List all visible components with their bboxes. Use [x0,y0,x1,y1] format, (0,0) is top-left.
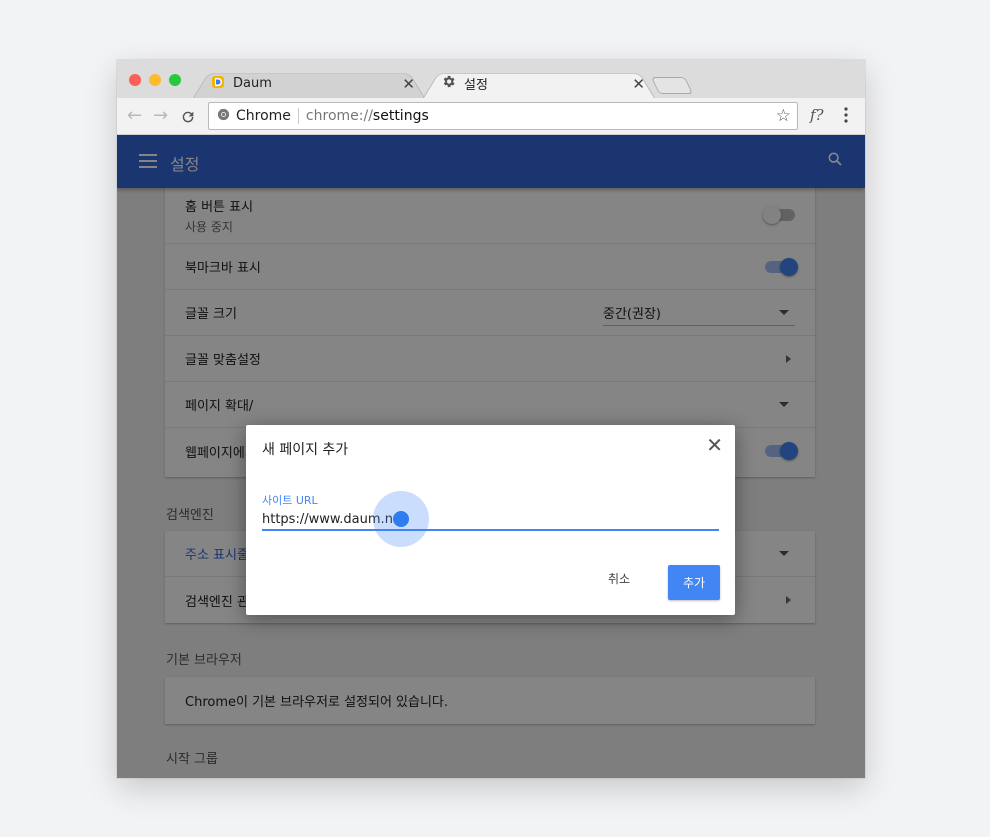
window-controls [129,74,181,86]
gear-icon [441,74,456,93]
new-tab-button[interactable] [651,77,693,94]
tab-strip: Daum ✕ 설정 ✕ [117,60,865,98]
add-page-dialog: 새 페이지 추가 ✕ 사이트 URL 취소 추가 [246,425,735,615]
kebab-menu-icon[interactable] [844,107,848,127]
omnibox-separator [297,108,299,124]
close-window-button[interactable] [129,74,141,86]
browser-window: Daum ✕ 설정 ✕ ← → Chrome chrome:// setting… [117,60,865,778]
maximize-window-button[interactable] [169,74,181,86]
reload-icon[interactable] [180,106,196,130]
extension-icon[interactable]: f? [810,106,824,124]
tab-daum[interactable]: Daum ✕ [193,69,425,98]
tab-title: Daum [233,76,272,91]
url-scheme: chrome:// [305,108,373,124]
chrome-logo-icon [217,108,230,125]
cursor-dot [393,511,409,527]
forward-icon[interactable]: → [153,106,168,126]
tab-close-icon[interactable]: ✕ [632,75,645,93]
bookmark-star-icon[interactable]: ☆ [776,106,791,126]
cancel-button[interactable]: 취소 [608,570,630,587]
tab-close-icon[interactable]: ✕ [402,75,415,93]
add-button[interactable]: 추가 [668,565,720,600]
site-url-label: 사이트 URL [262,494,318,507]
settings-page: 설정 홈 버튼 표시 사용 중지 북마크바 표시 글꼴 크기 중간(권장) 글꼴… [117,135,865,778]
tab-settings[interactable]: 설정 ✕ [423,69,655,98]
url-path: settings [372,108,429,124]
address-bar[interactable]: Chrome chrome:// settings ☆ [208,102,798,130]
daum-favicon-icon [211,75,225,93]
back-icon[interactable]: ← [127,106,142,126]
minimize-window-button[interactable] [149,74,161,86]
site-url-input[interactable] [262,510,719,531]
cursor-ripple [373,491,429,547]
dialog-title: 새 페이지 추가 [262,442,349,458]
tab-title: 설정 [464,78,488,93]
omnibox-site-label: Chrome [236,108,291,124]
close-icon[interactable]: ✕ [706,435,723,455]
browser-toolbar: ← → Chrome chrome:// settings ☆ f? [117,98,865,135]
